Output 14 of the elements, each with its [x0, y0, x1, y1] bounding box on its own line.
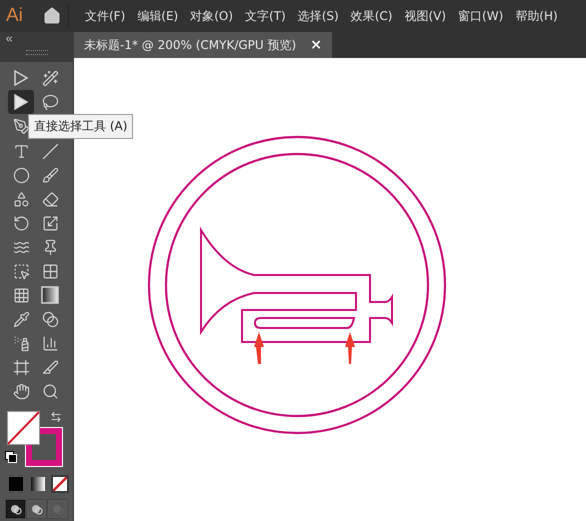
menu-item[interactable]: 文件(F) [79, 8, 132, 24]
menu-item[interactable]: 帮助(H) [509, 8, 564, 24]
app-logo: Ai [6, 5, 24, 27]
document-tab[interactable]: 未标题-1* @ 200% (CMYK/GPU 预览) × [74, 32, 332, 58]
menu-item[interactable]: 效果(C) [344, 8, 398, 24]
menu-item[interactable]: 编辑(E) [131, 8, 184, 24]
tab-title: 未标题-1* @ 200% (CMYK/GPU 预览) [84, 36, 296, 54]
tooltip: 直接选择工具 (A) [28, 114, 134, 139]
menu-item[interactable]: 窗口(W) [452, 8, 510, 24]
menu-item[interactable]: 文字(T) [239, 8, 292, 24]
close-button[interactable]: × [310, 37, 322, 53]
menu-item[interactable]: 视图(V) [398, 8, 452, 24]
menu-item[interactable]: 对象(O) [184, 8, 240, 24]
menu-item[interactable]: 选择(S) [292, 8, 345, 24]
